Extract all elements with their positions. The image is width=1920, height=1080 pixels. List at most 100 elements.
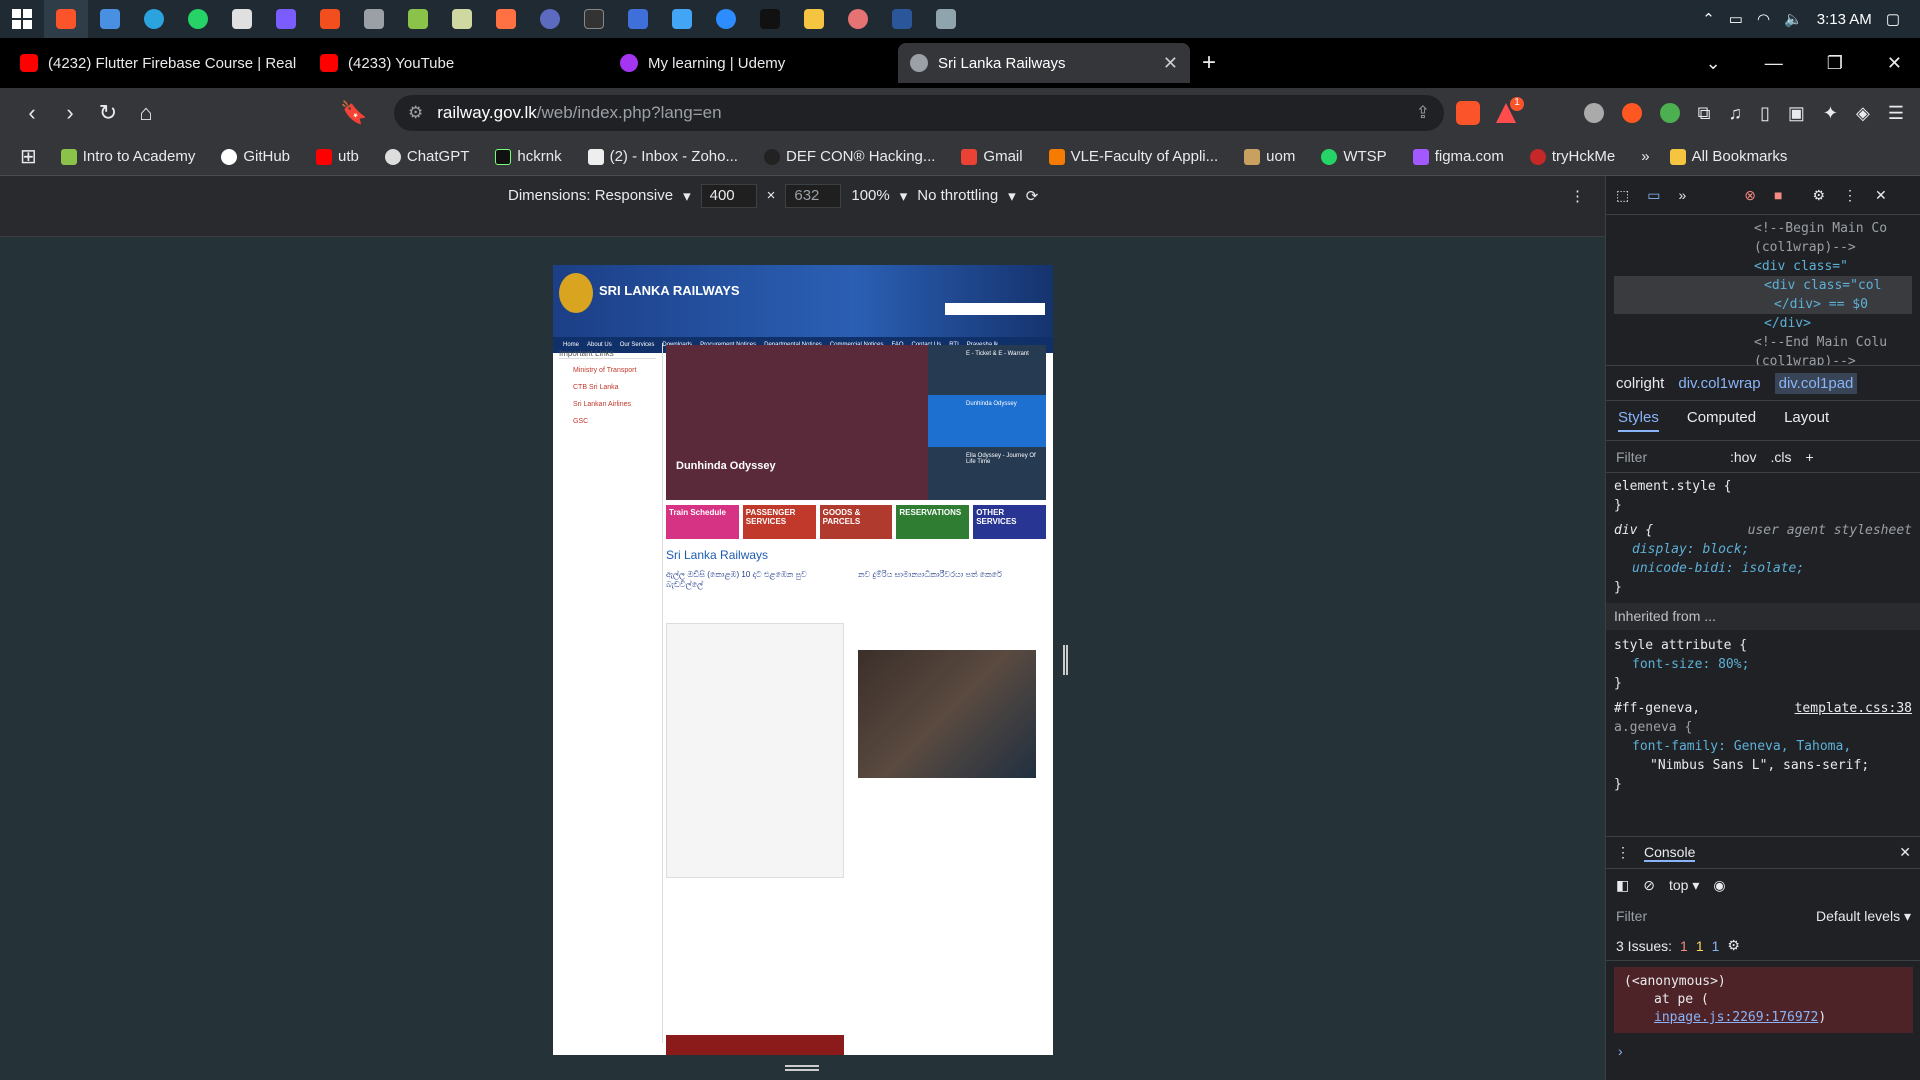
taskbar-word-icon[interactable] [880, 0, 924, 38]
taskbar-app-icon[interactable] [88, 0, 132, 38]
bookmark-item[interactable]: Gmail [961, 148, 1023, 165]
tab-flutter-course[interactable]: (4232) Flutter Firebase Course | Real [8, 43, 308, 83]
extension-icon[interactable] [1583, 102, 1604, 123]
issue-info-count[interactable]: 1 [1712, 938, 1720, 954]
issue-error-count[interactable]: 1 [1680, 938, 1688, 954]
extension-icon[interactable] [1621, 102, 1642, 123]
leo-ai-icon[interactable]: ✦ [1823, 103, 1838, 124]
bookmark-item[interactable]: Intro to Academy [60, 148, 195, 165]
share-icon[interactable]: ⇪ [1416, 103, 1430, 123]
taskbar-zoom-icon[interactable] [704, 0, 748, 38]
bookmark-item[interactable]: tryHckMe [1529, 148, 1615, 165]
resize-handle-right[interactable] [1063, 645, 1068, 675]
vpn-icon[interactable]: ◈ [1856, 103, 1870, 124]
volume-icon[interactable]: 🔈 [1784, 10, 1803, 28]
site-search-input[interactable] [945, 303, 1045, 315]
menu-icon[interactable]: ☰ [1888, 103, 1904, 124]
reload-icon[interactable]: ↻ [90, 95, 126, 131]
issue-warning-count[interactable]: 1 [1696, 938, 1704, 954]
style-prop[interactable]: display: block; [1614, 540, 1912, 559]
bookmark-item[interactable]: figma.com [1412, 148, 1504, 165]
css-source-link[interactable]: template.css:38 [1795, 699, 1912, 718]
hov-toggle[interactable]: :hov [1730, 449, 1756, 465]
close-devtools-icon[interactable]: ✕ [1875, 187, 1887, 204]
taskbar-app-icon[interactable] [528, 0, 572, 38]
bookmark-item[interactable]: VLE-Faculty of Appli... [1048, 148, 1218, 165]
slider-thumb[interactable]: Dunhinda Odyssey [928, 395, 1046, 447]
taskbar-folder-icon[interactable] [792, 0, 836, 38]
slider-thumb[interactable]: E - Ticket & E - Warrant [928, 345, 1046, 395]
taskbar-app-icon[interactable] [484, 0, 528, 38]
taskbar-brave-icon[interactable] [44, 0, 88, 38]
taskbar-telegram-icon[interactable] [132, 0, 176, 38]
device-toggle-icon[interactable]: ▭ [1647, 187, 1660, 204]
brave-shields-icon[interactable] [1456, 101, 1480, 125]
taskbar-app-icon[interactable] [924, 0, 968, 38]
more-tabs-icon[interactable]: » [1678, 187, 1686, 203]
puzzle-icon[interactable]: ⧉ [1698, 103, 1711, 124]
rotate-icon[interactable]: ⟳ [1026, 187, 1039, 205]
issues-label[interactable]: 3 Issues: [1616, 938, 1672, 954]
style-prop[interactable]: font-size: 80%; [1614, 655, 1912, 674]
tab-computed[interactable]: Computed [1687, 409, 1756, 432]
close-drawer-icon[interactable]: ✕ [1899, 844, 1911, 861]
crumb[interactable]: div.col1wrap [1678, 375, 1760, 392]
log-levels-dropdown[interactable]: Default levels ▾ [1816, 908, 1911, 925]
sidebar-link[interactable]: Ministry of Transport [573, 367, 656, 374]
sidebar-toggle-icon[interactable]: ◧ [1616, 877, 1629, 894]
context-select[interactable]: top ▾ [1669, 877, 1699, 894]
forward-icon[interactable]: › [52, 95, 88, 131]
tab-styles[interactable]: Styles [1618, 409, 1659, 432]
bookmark-item[interactable]: WTSP [1321, 148, 1387, 165]
sidebar-link[interactable]: Sri Lankan Airlines [573, 401, 656, 408]
live-expression-icon[interactable]: ◉ [1713, 877, 1725, 894]
error-count-icon[interactable]: ⊗ [1744, 187, 1756, 204]
slider-thumb[interactable]: Ella Odyssey - Journey Of Life Time [928, 447, 1046, 499]
wallet-icon[interactable]: ▣ [1788, 103, 1805, 124]
taskbar-app-icon[interactable] [748, 0, 792, 38]
music-icon[interactable]: ♫ [1729, 103, 1743, 124]
tab-youtube[interactable]: (4233) YouTube [308, 43, 608, 83]
style-prop[interactable]: unicode-bidi: isolate; [1614, 559, 1912, 578]
service-reservations[interactable]: RESERVATIONS [896, 505, 970, 539]
console-prompt[interactable]: › [1606, 1039, 1920, 1063]
taskbar-app-icon[interactable] [352, 0, 396, 38]
taskbar-app-icon[interactable] [616, 0, 660, 38]
news-right-title[interactable]: නව දුම්රිය සාමාන්‍යාධිකාරීවරයා පත් කෙරේ [858, 570, 1038, 580]
crumb-active[interactable]: div.col1pad [1774, 372, 1858, 394]
bookmark-item[interactable]: ChatGPT [384, 148, 469, 165]
inspect-icon[interactable]: ⬚ [1616, 187, 1629, 204]
bookmark-item[interactable]: hckrnk [495, 148, 562, 165]
bookmark-item[interactable]: DEF CON® Hacking... [763, 148, 935, 165]
apps-grid-icon[interactable]: ⊞ [20, 144, 37, 169]
taskbar-terminal-icon[interactable] [572, 0, 616, 38]
clock[interactable]: 3:13 AM [1817, 11, 1872, 28]
sidebar-link[interactable]: CTB Sri Lanka [573, 384, 656, 391]
width-input[interactable]: 400 [700, 183, 757, 208]
add-rule-icon[interactable]: + [1805, 449, 1813, 465]
extension-icon[interactable] [1659, 102, 1680, 123]
console-tab[interactable]: Console [1644, 844, 1696, 862]
taskbar-figma-icon[interactable] [308, 0, 352, 38]
bookmark-icon[interactable]: 🔖 [336, 95, 372, 131]
throttling-dropdown[interactable]: No throttling [917, 187, 998, 204]
height-input[interactable]: 632 [785, 183, 842, 208]
bookmark-item[interactable]: (2) - Inbox - Zoho... [587, 148, 738, 165]
tab-layout[interactable]: Layout [1784, 409, 1829, 432]
zoom-dropdown[interactable]: 100% [851, 187, 889, 204]
minimize-icon[interactable]: — [1765, 53, 1783, 74]
new-tab-button[interactable]: + [1190, 43, 1230, 83]
more-options-icon[interactable]: ⋮ [1570, 187, 1585, 205]
settings-icon[interactable]: ⚙ [1727, 937, 1740, 954]
site-settings-icon[interactable]: ⚙ [408, 103, 423, 123]
battery-icon[interactable]: ▭ [1729, 10, 1743, 28]
dimensions-dropdown[interactable]: Dimensions: Responsive [508, 187, 673, 204]
more-options-icon[interactable]: ⋮ [1843, 187, 1857, 204]
tab-sri-lanka-railways[interactable]: Sri Lanka Railways ✕ [898, 43, 1190, 83]
close-tab-icon[interactable]: ✕ [1163, 53, 1178, 74]
issue-count-icon[interactable]: ■ [1774, 187, 1782, 203]
bookmark-item[interactable]: GitHub [221, 148, 290, 165]
filter-input[interactable]: Filter [1616, 449, 1716, 465]
address-bar[interactable]: ⚙ railway.gov.lk/web/index.php?lang=en ⇪ [394, 95, 1444, 131]
maximize-icon[interactable]: ❐ [1827, 53, 1843, 74]
